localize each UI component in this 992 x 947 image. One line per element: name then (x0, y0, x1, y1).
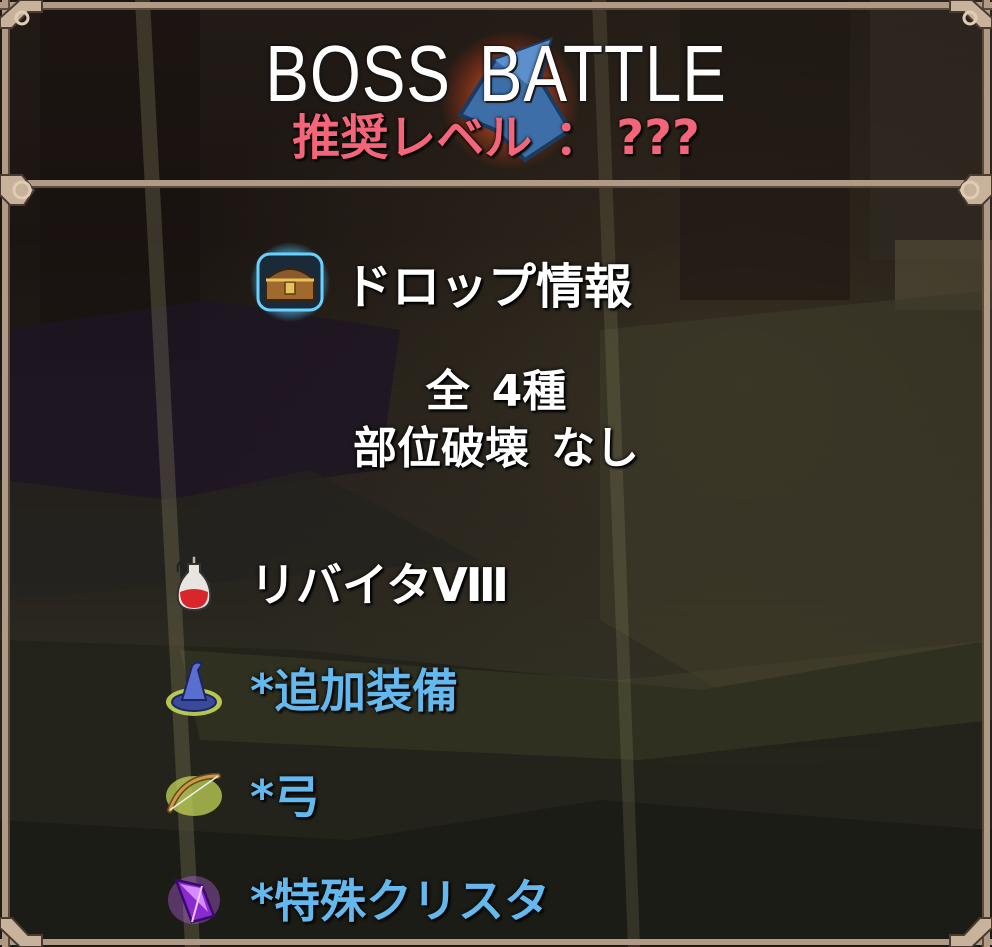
boss-battle-panel: BOSS BATTLE 推奨レベル：??? ドロップ情報 全 4種 部位破壊 な… (0, 0, 992, 947)
header: BOSS BATTLE 推奨レベル ：??? (0, 0, 992, 183)
wizard-hat-icon (162, 656, 226, 720)
part-break-label: 部位破壊 (353, 423, 529, 474)
drop-item-label: *弓 (250, 770, 321, 824)
drop-count-prefix: 全 (425, 366, 470, 417)
drop-item: *追加装備 (162, 652, 458, 724)
part-break-value: なし (551, 423, 639, 474)
recommended-level-separator: ： (554, 110, 603, 166)
part-break-info: 部位破壊 なし (0, 412, 992, 476)
crystal-icon (162, 866, 226, 930)
drop-item: *特殊クリスタ (162, 862, 550, 934)
recommended-level-label: 推奨レベル (292, 110, 533, 166)
bow-icon (162, 762, 226, 826)
treasure-chest-icon (248, 240, 332, 324)
drop-item: *弓 (162, 758, 320, 830)
boss-battle-title: BOSS BATTLE (265, 29, 727, 118)
drop-item-label: *特殊クリスタ (250, 874, 551, 928)
drop-item-label: リバイタⅧ (250, 558, 510, 612)
drop-info-title: ドロップ情報 (344, 259, 633, 315)
drop-count-value: 4種 (491, 366, 567, 417)
drop-item: リバイタⅧ (162, 546, 509, 618)
drop-info-header: ドロップ情報 (248, 240, 632, 324)
recommended-level-value: ??? (616, 110, 700, 166)
drop-item-label: *追加装備 (250, 664, 459, 718)
potion-icon (162, 550, 226, 614)
drop-count: 全 4種 (0, 355, 992, 419)
recommended-level: 推奨レベル ：??? (0, 110, 992, 166)
